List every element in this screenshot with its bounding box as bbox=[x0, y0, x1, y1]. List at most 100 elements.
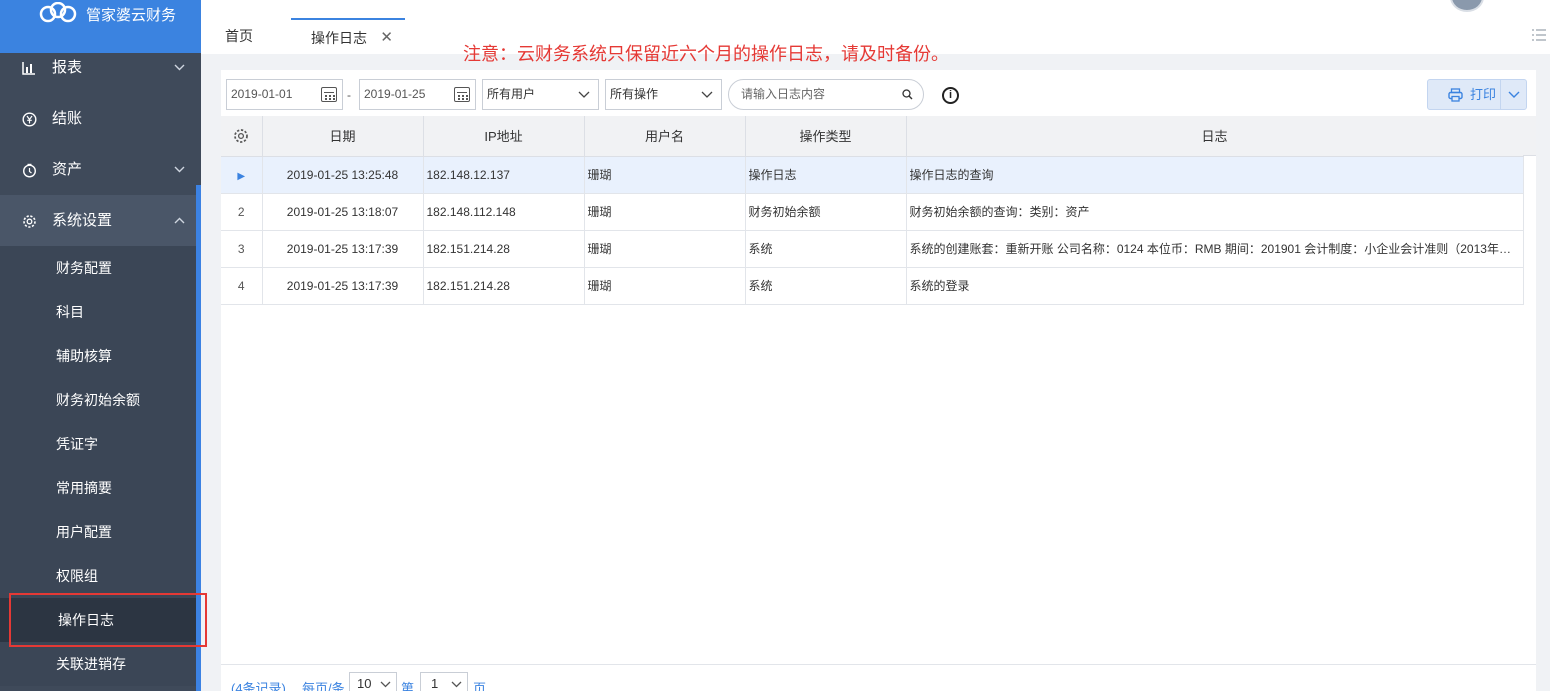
table-row[interactable]: 3 2019-01-25 13:17:39 182.151.214.28 珊瑚 … bbox=[221, 230, 1524, 268]
page-prefix: 第 bbox=[401, 681, 415, 691]
cloud-logo-icon bbox=[39, 2, 77, 23]
date-to-input[interactable]: 2019-01-25 bbox=[359, 79, 476, 110]
cell-date: 2019-01-25 13:17:39 bbox=[262, 267, 424, 305]
date-from-input[interactable]: 2019-01-01 bbox=[226, 79, 343, 110]
cell-ip: 182.151.214.28 bbox=[423, 267, 585, 305]
cell-op-type: 操作日志 bbox=[745, 156, 907, 194]
close-icon[interactable]: ✕ bbox=[380, 20, 393, 56]
page-number-value: 1 bbox=[431, 676, 439, 691]
table-header-row: 日期 IP地址 用户名 操作类型 日志 bbox=[221, 116, 1524, 157]
page-size-select[interactable]: 10 bbox=[349, 672, 397, 691]
filter-toolbar: 2019-01-01 - 2019-01-25 所有用户 所有操作 请输入日志内… bbox=[221, 70, 1536, 116]
chevron-down-icon bbox=[701, 80, 713, 109]
column-settings-header[interactable] bbox=[221, 116, 263, 157]
sidebar-item-reports[interactable]: 报表 bbox=[0, 42, 201, 93]
cell-user: 珊瑚 bbox=[584, 193, 746, 231]
column-header-user[interactable]: 用户名 bbox=[584, 116, 746, 157]
sidebar-subitem-voucher-word[interactable]: 凭证字 bbox=[0, 422, 201, 466]
cell-date: 2019-01-25 13:18:07 bbox=[262, 193, 424, 231]
table-row[interactable]: ▶ 2019-01-25 13:25:48 182.148.12.137 珊瑚 … bbox=[221, 156, 1524, 194]
cell-log: 财务初始余额的查询：类别：资产 bbox=[906, 193, 1524, 231]
row-index: 3 bbox=[221, 230, 263, 268]
print-button[interactable]: 打印 bbox=[1427, 79, 1527, 110]
sidebar-subitem-accounts[interactable]: 科目 bbox=[0, 290, 201, 334]
sidebar-item-system-settings[interactable]: 系统设置 bbox=[0, 195, 201, 246]
column-header-op-type[interactable]: 操作类型 bbox=[745, 116, 907, 157]
calendar-icon[interactable] bbox=[454, 87, 470, 102]
chevron-down-icon bbox=[578, 80, 590, 109]
row-indicator: ▶ bbox=[221, 156, 263, 194]
cell-op-type: 系统 bbox=[745, 267, 907, 305]
chevron-down-icon bbox=[380, 673, 391, 691]
user-select-value: 所有用户 bbox=[487, 87, 536, 101]
page-size-value: 10 bbox=[357, 676, 372, 691]
gear-icon bbox=[20, 195, 38, 246]
record-count: (4条记录) bbox=[231, 681, 286, 691]
cell-op-type: 财务初始余额 bbox=[745, 193, 907, 231]
cell-op-type: 系统 bbox=[745, 230, 907, 268]
sidebar: 管家婆云财务 报表 结账 资产 系统设置 财务配置 科目 辅助核算 财务初始余额… bbox=[0, 0, 201, 691]
cell-user: 珊瑚 bbox=[584, 230, 746, 268]
sidebar-item-label: 结账 bbox=[52, 110, 83, 127]
table-row[interactable]: 4 2019-01-25 13:17:39 182.151.214.28 珊瑚 … bbox=[221, 267, 1524, 305]
sidebar-subitem-permission-group[interactable]: 权限组 bbox=[0, 554, 201, 598]
retention-notice: 注意：云财务系统只保留近六个月的操作日志，请及时备份。 bbox=[463, 44, 949, 65]
active-item-highlight-frame bbox=[9, 593, 207, 647]
page-number-select[interactable]: 1 bbox=[420, 672, 468, 691]
pagination-bar: (4条记录) 每页/条 10 第 1 页 bbox=[221, 664, 1536, 691]
chevron-down-icon bbox=[174, 42, 185, 93]
cell-date: 2019-01-25 13:25:48 bbox=[262, 156, 424, 194]
chevron-down-icon[interactable] bbox=[1508, 80, 1520, 109]
cell-user: 珊瑚 bbox=[584, 267, 746, 305]
asset-icon bbox=[20, 144, 38, 195]
avatar[interactable] bbox=[1450, 0, 1484, 12]
tab-home[interactable]: 首页 bbox=[225, 18, 253, 54]
table-row[interactable]: 2 2019-01-25 13:18:07 182.148.112.148 珊瑚… bbox=[221, 193, 1524, 231]
printer-icon bbox=[1448, 80, 1463, 109]
sidebar-item-label: 系统设置 bbox=[52, 212, 113, 229]
operation-select-value: 所有操作 bbox=[610, 87, 659, 101]
main-panel: 2019-01-01 - 2019-01-25 所有用户 所有操作 请输入日志内… bbox=[221, 70, 1536, 691]
column-header-log[interactable]: 日志 bbox=[906, 116, 1524, 157]
row-index: 4 bbox=[221, 267, 263, 305]
cell-ip: 182.148.12.137 bbox=[423, 156, 585, 194]
sidebar-item-assets[interactable]: 资产 bbox=[0, 144, 201, 195]
sidebar-item-closing[interactable]: 结账 bbox=[0, 93, 201, 144]
menu-list-icon[interactable] bbox=[1532, 28, 1546, 44]
sidebar-subitem-user-config[interactable]: 用户配置 bbox=[0, 510, 201, 554]
sidebar-item-label: 报表 bbox=[52, 59, 83, 76]
bar-chart-icon bbox=[20, 42, 38, 93]
chevron-down-icon bbox=[174, 144, 185, 195]
date-from-value: 2019-01-01 bbox=[231, 87, 293, 101]
cell-user: 珊瑚 bbox=[584, 156, 746, 194]
sidebar-subitem-common-summary[interactable]: 常用摘要 bbox=[0, 466, 201, 510]
calendar-icon[interactable] bbox=[321, 87, 337, 102]
per-page-label: 每页/条 bbox=[302, 681, 345, 691]
brand-name: 管家婆云财务 bbox=[86, 7, 177, 24]
cell-ip: 182.148.112.148 bbox=[423, 193, 585, 231]
search-icon[interactable] bbox=[902, 80, 913, 109]
operation-select[interactable]: 所有操作 bbox=[605, 79, 722, 110]
info-icon[interactable]: i bbox=[942, 87, 959, 104]
sidebar-menu: 报表 结账 资产 系统设置 财务配置 科目 辅助核算 财务初始余额 凭证字 常用… bbox=[0, 42, 201, 686]
print-label: 打印 bbox=[1470, 87, 1497, 102]
chevron-up-icon bbox=[174, 195, 185, 246]
tab-label: 操作日志 bbox=[311, 30, 367, 46]
user-select[interactable]: 所有用户 bbox=[482, 79, 599, 110]
column-header-date[interactable]: 日期 bbox=[262, 116, 424, 157]
cell-ip: 182.151.214.28 bbox=[423, 230, 585, 268]
log-search-input[interactable]: 请输入日志内容 bbox=[728, 79, 924, 110]
cell-log: 操作日志的查询 bbox=[906, 156, 1524, 194]
sidebar-subitem-finance-config[interactable]: 财务配置 bbox=[0, 246, 201, 290]
yen-circle-icon bbox=[20, 93, 38, 144]
sidebar-subitem-initial-balance[interactable]: 财务初始余额 bbox=[0, 378, 201, 422]
print-divider bbox=[1500, 80, 1501, 109]
gear-icon[interactable] bbox=[233, 127, 249, 144]
cell-log: 系统的创建账套：重新开账 公司名称：0124 本位币：RMB 期间：201901… bbox=[906, 230, 1524, 268]
sidebar-item-label: 资产 bbox=[52, 161, 83, 178]
tab-operation-log[interactable]: 操作日志 ✕ bbox=[291, 18, 405, 54]
column-header-ip[interactable]: IP地址 bbox=[423, 116, 585, 157]
sidebar-subitem-auxiliary[interactable]: 辅助核算 bbox=[0, 334, 201, 378]
date-range-separator: - bbox=[347, 88, 351, 102]
sidebar-subitem-linked-inventory[interactable]: 关联进销存 bbox=[0, 642, 201, 686]
